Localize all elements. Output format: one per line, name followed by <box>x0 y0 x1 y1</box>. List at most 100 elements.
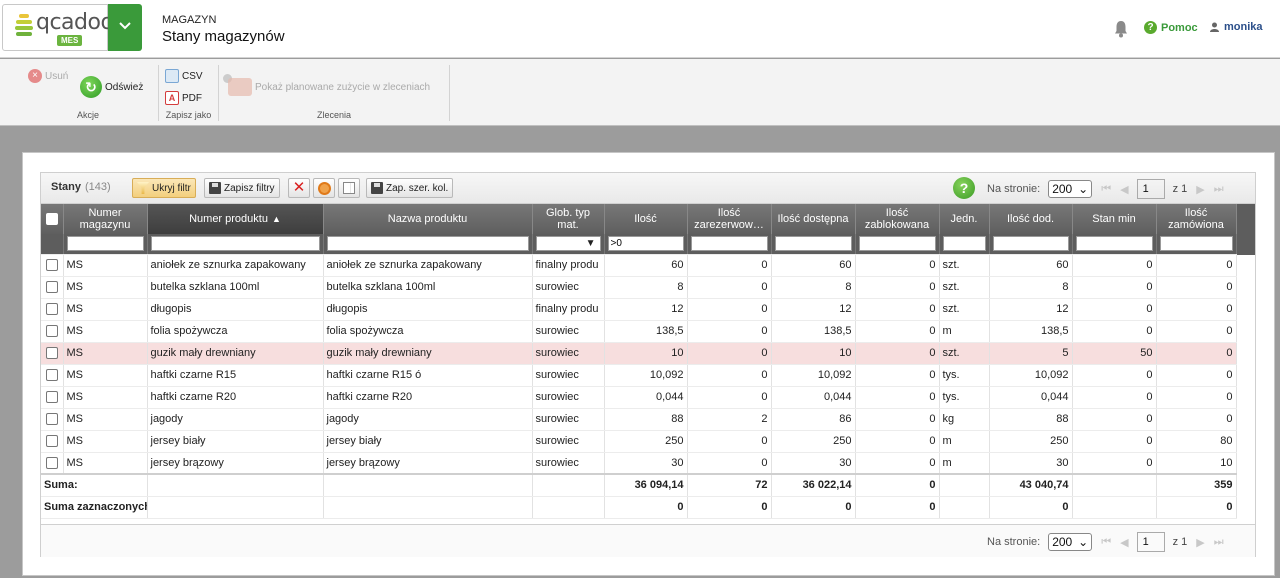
filter-input[interactable] <box>150 236 320 252</box>
row-checkbox[interactable] <box>45 325 58 337</box>
row-select-cell <box>41 276 64 299</box>
grid-title: Stany (143) <box>51 181 111 193</box>
per-page-label: Na stronie: <box>987 536 1041 548</box>
save-filters-button[interactable]: Zapisz filtry <box>204 178 280 198</box>
first-page-icon[interactable]: ⏮ <box>1101 183 1111 196</box>
next-page-icon[interactable]: ▶ <box>1196 536 1204 549</box>
row-checkbox[interactable] <box>45 435 58 447</box>
column-header[interactable]: Ilość zamówiona <box>1156 204 1237 234</box>
reset-button[interactable] <box>313 178 335 198</box>
filter-input[interactable] <box>690 236 768 252</box>
column-header[interactable]: Jedn. <box>939 204 990 234</box>
table-row[interactable]: MS folia spożywcza folia spożywcza surowiec… <box>41 320 1237 343</box>
row-checkbox[interactable] <box>45 303 58 315</box>
page-input[interactable]: 1 <box>1136 179 1165 199</box>
columns-button[interactable] <box>338 178 360 198</box>
user-menu[interactable]: monika <box>1210 21 1263 33</box>
header-scroll-filler <box>1237 204 1255 255</box>
min-stock-cell: 0 <box>1072 408 1157 431</box>
filter-row: ▼ <box>41 234 1237 255</box>
table-row[interactable]: MS haftki czarne R15 haftki czarne R15 ó su… <box>41 364 1237 387</box>
table-row[interactable]: MS jersey brązowy jersey brązowy surowiec 30… <box>41 452 1237 475</box>
column-header[interactable]: Ilość <box>604 204 688 234</box>
table-row[interactable]: MS butelka szklana 100ml butelka szklana 1… <box>41 276 1237 299</box>
sum-row: Suma: 36 094,14 72 36 022,14 0 43 040,74… <box>41 473 1237 497</box>
row-checkbox[interactable] <box>45 369 58 381</box>
filter-input[interactable] <box>774 236 852 252</box>
table-row[interactable]: MS długopis długopis finalny produ 12 0 12 0 szt… <box>41 298 1237 321</box>
quantity-cell: 0,044 <box>604 386 688 409</box>
table-row[interactable]: MS aniołek ze sznurka zapakowany aniołek z… <box>41 254 1237 277</box>
quantity-add-cell: 5 <box>989 342 1073 365</box>
filter-input-quantity[interactable] <box>607 236 684 252</box>
column-header[interactable]: Glob. typ mat. <box>532 204 605 234</box>
column-header[interactable]: Numer magazynu <box>63 204 148 234</box>
sum-cell <box>147 473 324 497</box>
pdf-export-button[interactable]: A PDF <box>165 91 202 105</box>
row-checkbox[interactable] <box>45 391 58 403</box>
ribbon-area: × Usuń ↻ Odśwież Akcje CSV A PDF Zapisz … <box>0 59 1280 126</box>
last-page-icon[interactable]: ⏭ <box>1214 536 1224 549</box>
row-checkbox[interactable] <box>45 281 58 293</box>
row-checkbox[interactable] <box>45 259 58 271</box>
qcadoo-logo[interactable]: qcadoo MES <box>2 4 114 51</box>
filter-input[interactable] <box>858 236 936 252</box>
available-cell: 138,5 <box>771 320 856 343</box>
column-header[interactable]: Ilość zablokowana <box>855 204 940 234</box>
refresh-button[interactable]: ↻ Odśwież <box>80 76 143 98</box>
filter-input[interactable] <box>326 236 529 252</box>
reserved-cell: 0 <box>687 298 772 321</box>
csv-icon <box>165 69 179 83</box>
filter-input[interactable] <box>1159 236 1233 252</box>
column-header-sorted[interactable]: Numer produktu ▲ <box>147 204 324 234</box>
quantity-add-cell: 0,044 <box>989 386 1073 409</box>
select-all-checkbox[interactable] <box>45 213 58 225</box>
product-number-cell: aniołek ze sznurka zapakowany <box>147 254 324 277</box>
table-row[interactable]: MS jagody jagody surowiec 88 2 86 0 kg 88 0 0 <box>41 408 1237 431</box>
top-pager: Na stronie: 200 ⌄ ⏮ ◀ 1 z 1 ▶ ⏭ <box>987 179 1224 199</box>
row-select-cell <box>41 342 64 365</box>
product-number-cell: jersey brązowy <box>147 452 324 475</box>
grid-help-icon[interactable]: ? <box>953 177 975 199</box>
filter-select[interactable]: ▼ <box>535 236 601 252</box>
bell-icon[interactable] <box>1114 20 1128 38</box>
page-input[interactable]: 1 <box>1136 532 1165 552</box>
column-header[interactable]: Ilość dod. <box>989 204 1073 234</box>
help-link[interactable]: ? Pomoc <box>1144 21 1198 34</box>
per-page-select[interactable]: 200 ⌄ <box>1048 180 1093 198</box>
prev-page-icon[interactable]: ◀ <box>1120 536 1128 549</box>
table-body: MS aniołek ze sznurka zapakowany aniołek z… <box>41 254 1237 475</box>
column-header[interactable]: Stan min <box>1072 204 1157 234</box>
min-stock-cell: 50 <box>1072 342 1157 365</box>
table-row[interactable]: MS haftki czarne R20 haftki czarne R20 suro… <box>41 386 1237 409</box>
filter-input[interactable] <box>992 236 1069 252</box>
table-row[interactable]: MS jersey biały jersey biały surowiec 250 0 25… <box>41 430 1237 453</box>
next-page-icon[interactable]: ▶ <box>1196 183 1204 196</box>
planned-usage-button[interactable]: Pokaż planowane zużycie w zleceniach <box>228 78 430 96</box>
product-number-cell: długopis <box>147 298 324 321</box>
per-page-select[interactable]: 200 ⌄ <box>1048 533 1093 551</box>
row-checkbox[interactable] <box>45 347 58 359</box>
hide-filter-label: Ukryj filtr <box>152 182 191 194</box>
filter-input[interactable] <box>942 236 986 252</box>
filter-input[interactable] <box>66 236 144 252</box>
column-header[interactable]: Ilość zarezerwow… <box>687 204 772 234</box>
sum-label: Suma: <box>41 473 148 497</box>
row-checkbox[interactable] <box>45 456 58 469</box>
hide-filter-button[interactable]: Ukryj filtr <box>132 178 196 198</box>
save-column-width-button[interactable]: Zap. szer. kol. <box>366 178 454 198</box>
delete-button[interactable]: × Usuń <box>28 69 68 83</box>
first-page-icon[interactable]: ⏮ <box>1101 536 1111 549</box>
column-header[interactable]: Ilość dostępna <box>771 204 856 234</box>
blocked-cell: 0 <box>855 320 940 343</box>
table-row[interactable]: MS guzik mały drewniany guzik mały drewnia… <box>41 342 1237 365</box>
filter-input[interactable] <box>1075 236 1153 252</box>
select-all-header[interactable] <box>41 204 64 234</box>
last-page-icon[interactable]: ⏭ <box>1214 183 1224 196</box>
row-checkbox[interactable] <box>45 413 58 425</box>
csv-export-button[interactable]: CSV <box>165 69 203 83</box>
column-header[interactable]: Nazwa produktu <box>323 204 533 234</box>
prev-page-icon[interactable]: ◀ <box>1120 183 1128 196</box>
main-menu-button[interactable] <box>108 4 142 51</box>
clear-filters-button[interactable]: ✕ <box>288 178 310 198</box>
